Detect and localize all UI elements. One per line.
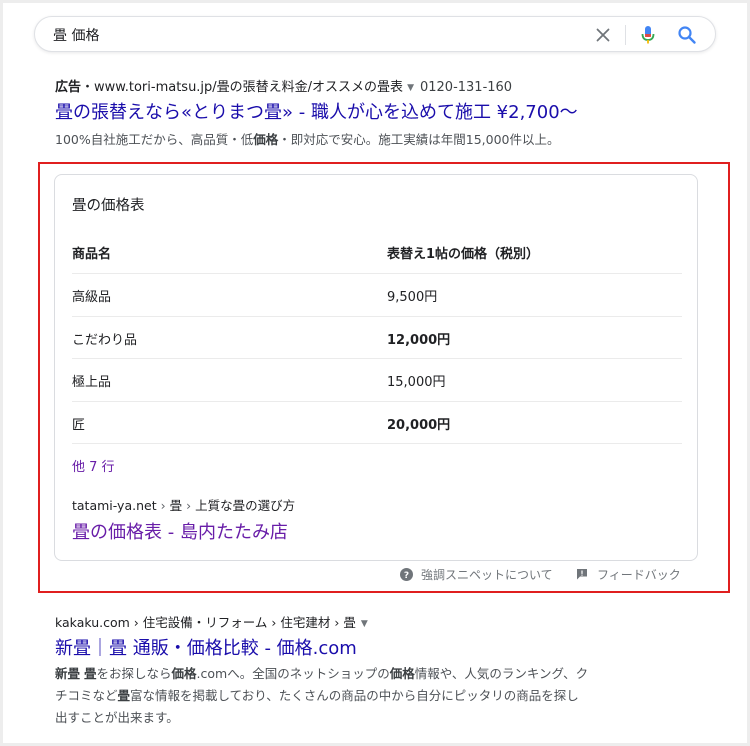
ad-dot: ・ xyxy=(81,80,95,95)
desc-part: 富な情報を掲載しており、たくさんの商品の中から自分にピッタリの商品を探し xyxy=(130,688,579,703)
row-price: 15,000円 xyxy=(387,375,446,390)
feedback-link[interactable]: フィードバック xyxy=(597,566,681,583)
desc-line: 出すことが出来ます。 xyxy=(55,710,179,725)
desc-bold: 価格 xyxy=(389,666,415,681)
row-name: 高級品 xyxy=(72,290,112,305)
ad-url-line: 広告・www.tori-matsu.jp/畳の張替え料金/オススメの畳表 ▼ 012… xyxy=(55,76,512,95)
help-icon[interactable]: ? xyxy=(400,568,413,581)
organic-cite: kakaku.com › 住宅設備・リフォーム › 住宅建材 › 畳 ▼ xyxy=(55,612,368,631)
cite-separator: › xyxy=(133,615,139,630)
results-page: 広告・www.tori-matsu.jp/畳の張替え料金/オススメの畳表▼012… xyxy=(3,3,747,743)
ad-phone[interactable]: 0120-131-160 xyxy=(420,80,512,95)
table-header-name: 商品名 xyxy=(72,247,112,262)
row-name: こだわり品 xyxy=(72,332,138,348)
search-bar xyxy=(34,16,716,52)
ad-title-link[interactable]: 畳の張替えなら«とりまつ畳» - 職人が心を込めて施工 ¥2,700〜 xyxy=(55,98,578,124)
organic-title-link[interactable]: 新畳｜畳 通販・価格比較 - 価格.com xyxy=(55,634,357,660)
cite-separator: › xyxy=(334,615,340,630)
ad-label: 広告 xyxy=(55,80,82,95)
cite-path: 住宅建材 xyxy=(280,615,331,630)
desc-bold: 価格 xyxy=(171,666,197,681)
svg-text:?: ? xyxy=(404,571,409,581)
cite-path: 畳 xyxy=(343,615,356,630)
desc-line: 新畳 畳をお探しなら価格.comへ。全国のネットショップの価格情報や、人気のラン… xyxy=(55,663,655,685)
table-row: 高級品 9,500円 xyxy=(72,274,682,317)
ad-description: 100%自社施工だから、高品質・低価格・即対応で安心。施工実績は年間15,000… xyxy=(55,129,560,148)
cite-separator: › xyxy=(160,498,166,513)
row-price: 12,000円 xyxy=(387,332,451,348)
table-header-row: 商品名 表替え1帖の価格（税別） xyxy=(72,231,682,274)
ad-desc-part: ・即対応で安心。施工実績は年間15,000件以上。 xyxy=(278,132,560,147)
table-header-price: 表替え1帖の価格（税別） xyxy=(387,247,540,262)
cite-domain: kakaku.com xyxy=(55,615,130,630)
cite-path: 畳 xyxy=(169,498,183,513)
close-icon[interactable] xyxy=(594,26,612,44)
snippet-title: 畳の価格表 xyxy=(72,198,145,214)
cite-domain: tatami-ya.net xyxy=(72,498,157,513)
table-row: 極上品 15,000円 xyxy=(72,359,682,402)
snippet-cite: tatami-ya.net › 畳 › 上質な畳の選び方 xyxy=(72,495,295,514)
cite-path: 住宅設備・リフォーム xyxy=(142,615,268,630)
table-row: こだわり品 12,000円 xyxy=(72,317,682,359)
ad-dropdown-caret-icon[interactable]: ▼ xyxy=(407,83,414,93)
desc-part: 情報や、人気のランキング、ク xyxy=(414,666,589,681)
search-input[interactable] xyxy=(53,25,553,45)
feedback-icon[interactable] xyxy=(576,568,588,580)
desc-line: チコミなど畳富な情報を掲載しており、たくさんの商品の中から自分にピッタリの商品を… xyxy=(55,685,655,707)
desc-part: .comへ。全国のネットショップの xyxy=(196,666,390,681)
row-price: 20,000円 xyxy=(387,417,451,433)
snippet-title-link[interactable]: 畳の価格表 - 島内たたみ店 xyxy=(72,518,288,544)
search-icon[interactable] xyxy=(677,25,697,45)
desc-bold: 新畳 xyxy=(55,666,81,681)
desc-bold: 畳 xyxy=(117,688,131,703)
table-row: 匠 20,000円 xyxy=(72,402,682,444)
featured-snippet-card: 畳の価格表 商品名 表替え1帖の価格（税別） 高級品 9,500円 こだわり品 … xyxy=(54,174,698,561)
cite-separator: › xyxy=(186,498,192,513)
more-rows-link[interactable]: 他 7 行 xyxy=(72,456,115,475)
desc-part: チコミなど xyxy=(55,688,118,703)
ad-url: www.tori-matsu.jp/畳の張替え料金/オススメの畳表 xyxy=(94,80,404,95)
organic-description: 新畳 畳をお探しなら価格.comへ。全国のネットショップの価格情報や、人気のラン… xyxy=(55,663,655,729)
ad-desc-bold: 価格 xyxy=(253,132,279,147)
cite-separator: › xyxy=(271,615,277,630)
desc-bold: 畳 xyxy=(84,666,97,681)
microphone-icon[interactable] xyxy=(638,24,658,46)
cite-path: 上質な畳の選び方 xyxy=(195,498,296,513)
desc-part: をお探しなら xyxy=(96,666,172,681)
ad-desc-part: 100%自社施工だから、高品質・低 xyxy=(55,132,254,147)
row-name: 極上品 xyxy=(72,375,112,390)
row-price: 9,500円 xyxy=(387,290,438,305)
about-snippet-link[interactable]: 強調スニペットについて xyxy=(421,566,553,583)
row-name: 匠 xyxy=(72,417,86,433)
search-bar-divider xyxy=(625,25,626,45)
result-menu-caret-icon[interactable]: ▼ xyxy=(361,619,368,629)
price-table: 商品名 表替え1帖の価格（税別） 高級品 9,500円 こだわり品 12,000… xyxy=(72,231,682,444)
